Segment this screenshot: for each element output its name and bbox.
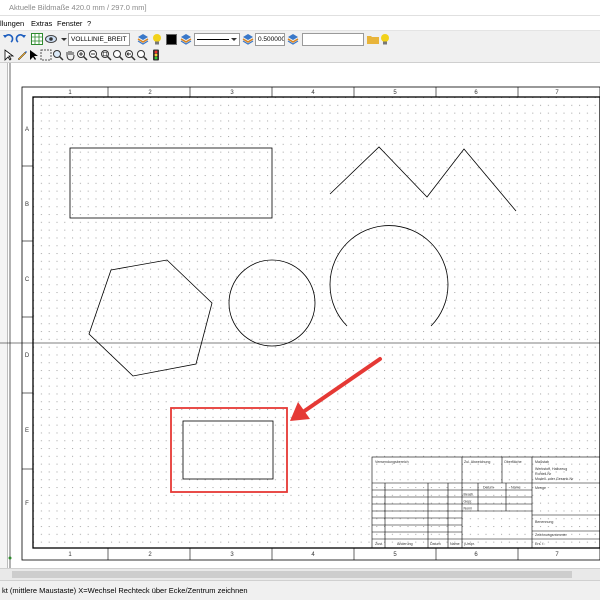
tb-zul-abweichung: Zul. Abweichung — [464, 460, 490, 464]
tb-gepr: Gepr. — [464, 500, 473, 504]
grid-icon[interactable] — [31, 33, 43, 45]
lightbulb-icon[interactable] — [379, 33, 391, 45]
undo-icon[interactable] — [2, 33, 14, 45]
col-label-top: 6 — [474, 90, 478, 96]
tb-urspr: (Urspr. — [464, 542, 475, 546]
tb-verwendungsbereich: Verwendungsbereich — [375, 460, 409, 464]
menu-einstellungen[interactable]: llungen — [0, 19, 24, 28]
row-label: B — [25, 202, 29, 208]
cursor-select-icon[interactable] — [28, 49, 40, 61]
row-label: A — [25, 127, 29, 133]
pencil-icon[interactable] — [16, 49, 28, 61]
menu-help[interactable]: ? — [87, 19, 91, 28]
col-label-top: 4 — [311, 90, 315, 96]
col-label-bottom: 7 — [555, 552, 559, 558]
zoom-in-icon[interactable] — [76, 49, 88, 61]
pointer-icon[interactable] — [3, 49, 15, 61]
title-bar: Aktuelle Bildmaße 420.0 mm / 297.0 mm] — [0, 0, 600, 16]
line-width-field[interactable]: 0.500000 — [255, 33, 285, 46]
zoom-realtime-icon[interactable] — [136, 49, 148, 61]
tb-benennung: Benennung — [535, 520, 553, 524]
col-label-top: 5 — [393, 90, 397, 96]
tb-aenderung: Änderung — [397, 542, 413, 546]
tb-modell: Modell- oder Gesenk-Nr — [535, 477, 574, 481]
col-label-bottom: 3 — [230, 552, 234, 558]
col-label-top: 2 — [148, 90, 152, 96]
tb-datum-header: Datum — [483, 486, 494, 490]
line-type-field[interactable]: VOLLLINIE_BREIT — [68, 33, 130, 46]
tb-massstab: Maßstab — [535, 460, 549, 464]
col-label-top: 3 — [230, 90, 234, 96]
col-label-top: 7 — [555, 90, 559, 96]
dropdown-arrow-icon — [231, 38, 237, 41]
tb-zeichnungsnummer: Zeichnungsnummer — [535, 533, 568, 537]
tb-norm: Norm — [464, 507, 473, 511]
status-bar: kt (mittlere Maustaste) X=Wechsel Rechte… — [0, 580, 600, 600]
toolbar-tools — [0, 47, 600, 63]
menu-fenster[interactable]: Fenster — [57, 19, 82, 28]
lightbulb-icon[interactable] — [151, 33, 163, 45]
menu-extras[interactable]: Extras — [31, 19, 52, 28]
col-label-bottom: 5 — [393, 552, 397, 558]
row-label: C — [25, 277, 30, 283]
col-label-bottom: 2 — [148, 552, 152, 558]
row-label: E — [25, 428, 29, 434]
layer-icon[interactable] — [137, 33, 149, 45]
folder-icon[interactable] — [367, 33, 379, 45]
layer-linewidth-icon[interactable] — [287, 33, 299, 45]
window-title: Aktuelle Bildmaße 420.0 mm / 297.0 mm] — [9, 3, 147, 12]
status-message: kt (mittlere Maustaste) X=Wechsel Rechte… — [2, 586, 248, 595]
redo-icon[interactable] — [15, 33, 27, 45]
line-style-field[interactable] — [194, 33, 240, 46]
text-input-field[interactable] — [302, 33, 364, 46]
col-label-bottom: 4 — [311, 552, 315, 558]
traffic-light-icon[interactable] — [150, 49, 162, 61]
toolbar-main: VOLLLINIE_BREIT 0.500000 — [0, 30, 600, 47]
zoom-extents-icon[interactable] — [100, 49, 112, 61]
menu-bar: llungen Extras Fenster ? — [0, 16, 600, 30]
color-swatch[interactable] — [166, 34, 177, 45]
zoom-previous-icon[interactable] — [124, 49, 136, 61]
zoom-all-icon[interactable] — [112, 49, 124, 61]
layer-color-icon[interactable] — [180, 33, 192, 45]
row-label: D — [25, 353, 30, 359]
zoom-window-icon[interactable] — [52, 49, 64, 61]
line-style-preview — [197, 39, 229, 40]
drawing-sheet[interactable]: 1 2 3 4 5 6 7 1 2 3 4 5 6 7 A B C D E F — [0, 63, 600, 568]
col-label-bottom: 6 — [474, 552, 478, 558]
tb-name-header: Name — [511, 486, 521, 490]
tb-datum: Datum — [430, 542, 441, 546]
select-all-icon[interactable] — [40, 49, 52, 61]
tb-oberflaeche: Oberfläche — [504, 460, 522, 464]
tb-mengen: Menge — [535, 486, 546, 490]
view-icon[interactable] — [45, 33, 57, 45]
tb-name: Name — [450, 542, 460, 546]
zoom-out-icon[interactable] — [88, 49, 100, 61]
scrollbar-thumb[interactable] — [12, 571, 572, 578]
horizontal-scrollbar[interactable] — [0, 568, 600, 580]
pan-hand-icon[interactable] — [64, 49, 76, 61]
tb-rohteil: Rohteil-Nr — [535, 472, 552, 476]
grid-dots — [33, 97, 600, 547]
layer-linestyle-icon[interactable] — [242, 33, 254, 45]
col-label-bottom: 1 — [68, 552, 72, 558]
tb-werkstoff: Werkstoff, Halbzeug — [535, 467, 567, 471]
tb-zust: Zust. — [375, 542, 383, 546]
col-label-top: 1 — [68, 90, 72, 96]
tb-bearb: Bearb. — [464, 493, 475, 497]
origin-marker — [8, 556, 12, 560]
tb-ers: Ers. f.: — [535, 542, 545, 546]
row-label: F — [25, 501, 29, 507]
